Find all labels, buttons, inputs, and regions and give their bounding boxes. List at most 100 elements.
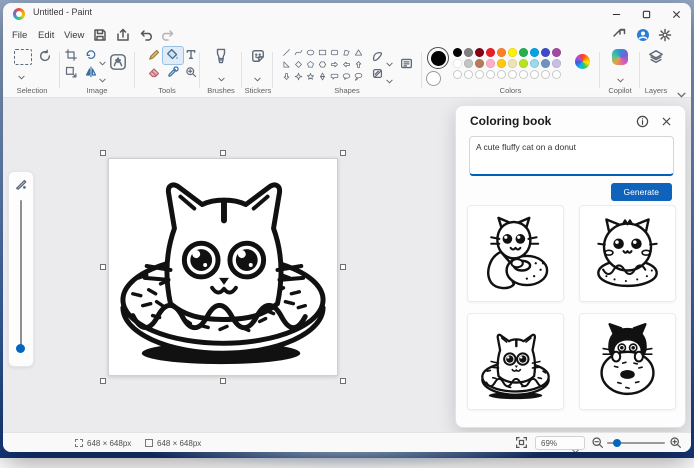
empty-color-slot[interactable] xyxy=(508,70,517,79)
shape-outline-icon[interactable] xyxy=(372,51,383,62)
redo-icon[interactable] xyxy=(159,27,175,43)
select-dropdown-chevron-icon[interactable] xyxy=(18,67,25,72)
curve-shape-icon[interactable] xyxy=(292,47,304,58)
menu-file[interactable]: File xyxy=(8,28,31,43)
generated-thumbnail-4[interactable] xyxy=(579,313,676,410)
menu-edit[interactable]: Edit xyxy=(34,28,58,43)
save-icon[interactable] xyxy=(92,27,108,43)
rotate-dropdown-chevron-icon[interactable] xyxy=(99,53,106,58)
color-swatch[interactable] xyxy=(453,48,462,57)
selection-handle-middle-left[interactable] xyxy=(100,264,106,270)
color-swatch[interactable] xyxy=(541,59,550,68)
color-swatch[interactable] xyxy=(475,48,484,57)
brushes-dropdown-chevron-icon[interactable] xyxy=(218,69,225,74)
arrow-down-shape-icon[interactable] xyxy=(280,71,292,82)
menu-view[interactable]: View xyxy=(60,28,88,43)
maximize-button[interactable] xyxy=(631,3,661,25)
layers-icon[interactable] xyxy=(648,49,664,65)
color-swatch[interactable] xyxy=(519,59,528,68)
polygon-shape-icon[interactable] xyxy=(340,47,352,58)
empty-color-slot[interactable] xyxy=(453,70,462,79)
color-swatch[interactable] xyxy=(497,48,506,57)
eyedropper-icon[interactable] xyxy=(167,66,179,78)
generate-button[interactable]: Generate xyxy=(611,183,672,201)
empty-color-slot[interactable] xyxy=(519,70,528,79)
line-shape-icon[interactable] xyxy=(280,47,292,58)
info-icon[interactable] xyxy=(636,115,649,128)
color-swatch[interactable] xyxy=(464,48,473,57)
zoom-slider-thumb[interactable] xyxy=(613,439,621,447)
oval-speech-bubble-shape-icon[interactable] xyxy=(340,71,352,82)
text-tool-icon[interactable] xyxy=(185,48,197,61)
prompt-input[interactable]: A cute fluffy cat on a donut xyxy=(469,136,674,176)
color-swatch[interactable] xyxy=(464,59,473,68)
oval-shape-icon[interactable] xyxy=(304,47,316,58)
color-swatch[interactable] xyxy=(530,59,539,68)
hexagon-shape-icon[interactable] xyxy=(316,59,328,70)
secondary-color-swatch[interactable] xyxy=(426,71,441,86)
color-swatch[interactable] xyxy=(475,59,484,68)
selection-handle-bottom-right[interactable] xyxy=(340,378,346,384)
empty-color-slot[interactable] xyxy=(475,70,484,79)
size-slider-track[interactable] xyxy=(20,200,22,348)
selection-handle-top-right[interactable] xyxy=(340,150,346,156)
stickers-dropdown-chevron-icon[interactable] xyxy=(254,69,261,74)
panel-close-icon[interactable] xyxy=(660,115,673,128)
rotate-icon[interactable] xyxy=(85,49,97,61)
zoom-in-icon[interactable] xyxy=(669,436,682,449)
settings-gear-icon[interactable] xyxy=(657,27,673,43)
color-swatch[interactable] xyxy=(508,48,517,57)
share-icon[interactable] xyxy=(611,27,627,43)
color-swatch[interactable] xyxy=(486,59,495,68)
copilot-dropdown-chevron-icon[interactable] xyxy=(617,70,624,75)
crop-icon[interactable] xyxy=(65,49,77,61)
brush-icon[interactable] xyxy=(214,48,228,64)
fill-bucket-icon[interactable] xyxy=(166,48,179,61)
shape-fill-icon[interactable] xyxy=(372,68,383,79)
empty-color-slot[interactable] xyxy=(541,70,550,79)
minimize-button[interactable] xyxy=(601,3,631,25)
copilot-icon[interactable] xyxy=(612,49,628,65)
sticker-icon[interactable] xyxy=(251,49,265,63)
flip-icon[interactable] xyxy=(85,66,97,78)
four-point-star-shape-icon[interactable] xyxy=(292,71,304,82)
speech-bubble-shape-icon[interactable] xyxy=(328,71,340,82)
generated-thumbnail-1[interactable] xyxy=(467,205,564,302)
empty-color-slot[interactable] xyxy=(552,70,561,79)
pentagon-shape-icon[interactable] xyxy=(304,59,316,70)
pencil-icon[interactable] xyxy=(148,49,160,61)
zoom-out-icon[interactable] xyxy=(591,436,604,449)
empty-color-slot[interactable] xyxy=(530,70,539,79)
six-point-star-shape-icon[interactable] xyxy=(316,71,328,82)
color-swatch[interactable] xyxy=(552,48,561,57)
color-swatch[interactable] xyxy=(552,59,561,68)
selection-handle-bottom-center[interactable] xyxy=(220,378,226,384)
selection-handle-top-left[interactable] xyxy=(100,150,106,156)
resize-icon[interactable] xyxy=(65,66,77,78)
zoom-level-dropdown[interactable]: 69% xyxy=(535,436,585,450)
edit-colors-wheel-icon[interactable] xyxy=(575,54,590,69)
selection-handle-middle-right[interactable] xyxy=(340,264,346,270)
color-swatch[interactable] xyxy=(453,59,462,68)
generated-thumbnail-2[interactable] xyxy=(579,205,676,302)
close-button[interactable] xyxy=(661,3,691,25)
primary-color-swatch[interactable] xyxy=(431,51,446,66)
thought-bubble-shape-icon[interactable] xyxy=(352,71,364,82)
ribbon-collapse-chevron-icon[interactable] xyxy=(677,85,686,91)
undo-icon[interactable] xyxy=(139,27,155,43)
zoom-slider-track[interactable] xyxy=(607,442,665,444)
generated-thumbnail-3[interactable] xyxy=(467,313,564,410)
empty-color-slot[interactable] xyxy=(486,70,495,79)
account-icon[interactable] xyxy=(635,27,651,43)
empty-color-slot[interactable] xyxy=(497,70,506,79)
fit-to-window-icon[interactable] xyxy=(515,436,528,449)
remove-background-icon[interactable] xyxy=(109,53,127,71)
eraser-icon[interactable] xyxy=(148,66,160,78)
color-swatch[interactable] xyxy=(486,48,495,57)
export-icon[interactable] xyxy=(115,27,131,43)
outline-dropdown-chevron-icon[interactable] xyxy=(386,54,393,59)
magnifier-icon[interactable] xyxy=(185,66,197,78)
color-swatch[interactable] xyxy=(530,48,539,57)
select-tool-icon[interactable] xyxy=(14,49,32,65)
five-point-star-shape-icon[interactable] xyxy=(304,71,316,82)
